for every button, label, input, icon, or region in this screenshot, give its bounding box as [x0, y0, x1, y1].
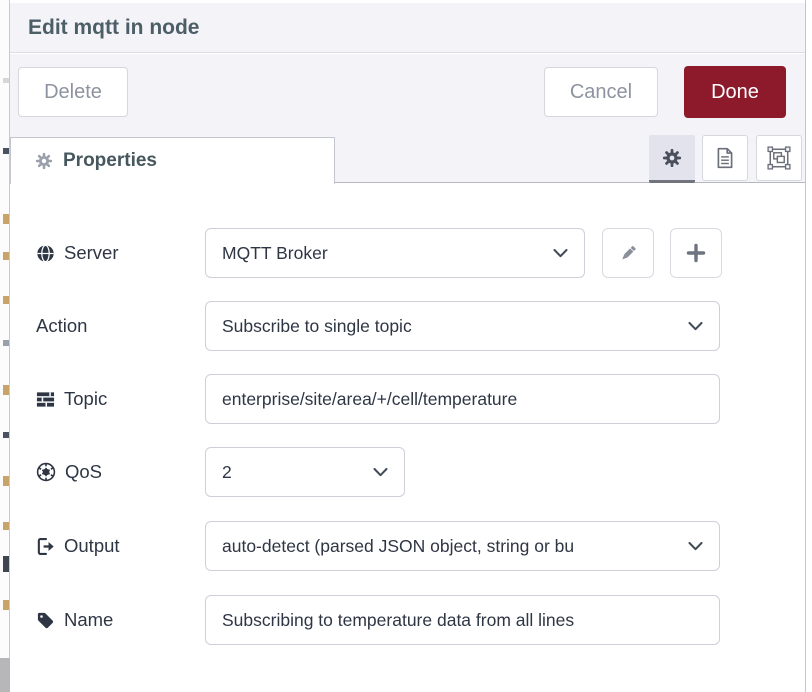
sign-out-icon	[36, 537, 55, 556]
qos-row: QoS 2	[10, 447, 805, 497]
action-row: Action Subscribe to single topic	[10, 301, 805, 351]
edit-mqtt-node-dialog: Edit mqtt in node Delete Cancel Done Pro…	[10, 0, 806, 692]
output-row: Output auto-detect (parsed JSON object, …	[10, 521, 805, 571]
server-row: Server MQTT Broker	[10, 228, 805, 278]
action-select[interactable]: Subscribe to single topic	[205, 301, 720, 351]
gear-icon	[662, 148, 682, 168]
edge-mark	[3, 340, 9, 346]
tab-bar: Properties	[10, 131, 805, 183]
edge-mark	[3, 252, 9, 260]
dialog-title: Edit mqtt in node	[10, 16, 199, 40]
globe-icon	[36, 244, 55, 263]
done-button[interactable]: Done	[684, 66, 786, 118]
edit-server-button[interactable]	[602, 228, 654, 278]
file-text-icon	[714, 147, 736, 169]
delete-button[interactable]: Delete	[18, 67, 128, 117]
topic-row: Topic	[10, 374, 805, 424]
edge-mark	[3, 476, 9, 486]
name-label: Name	[36, 595, 113, 645]
edge-mark	[3, 78, 9, 83]
cancel-button[interactable]: Cancel	[544, 67, 658, 117]
properties-tab-button[interactable]	[649, 135, 695, 183]
object-group-icon	[767, 146, 791, 170]
edge-mark	[3, 600, 9, 610]
plus-icon	[686, 243, 706, 263]
qos-select[interactable]: 2	[205, 447, 405, 497]
edge-mark	[3, 432, 9, 438]
topic-input[interactable]	[205, 374, 720, 424]
appearance-tab-button[interactable]	[756, 135, 802, 181]
add-server-button[interactable]	[670, 228, 722, 278]
tab-properties[interactable]: Properties	[10, 137, 335, 184]
name-input[interactable]	[205, 595, 720, 645]
description-tab-button[interactable]	[702, 135, 748, 181]
tab-properties-label: Properties	[63, 150, 157, 172]
server-select[interactable]: MQTT Broker	[205, 228, 585, 278]
name-row: Name	[10, 595, 805, 645]
properties-panel: Server MQTT Broker	[10, 184, 805, 692]
chevron-down-icon	[553, 249, 568, 258]
tasks-icon	[36, 390, 55, 409]
chevron-down-icon	[688, 322, 703, 331]
edge-mark	[3, 148, 9, 154]
edge-mark	[3, 522, 9, 530]
pencil-icon	[618, 243, 638, 263]
edge-mark	[3, 556, 9, 572]
dialog-header: Edit mqtt in node	[10, 3, 805, 53]
chevron-down-icon	[688, 542, 703, 551]
edge-mark	[3, 296, 9, 304]
edge-mark	[3, 385, 9, 395]
action-label: Action	[36, 301, 87, 351]
edge-mark	[3, 214, 9, 224]
qos-label: QoS	[36, 447, 102, 497]
workspace-edge	[0, 0, 10, 692]
gear-icon	[35, 152, 53, 170]
server-label: Server	[36, 228, 119, 278]
dialog-button-bar: Delete Cancel Done	[10, 54, 805, 131]
tag-icon	[36, 611, 55, 630]
topic-label: Topic	[36, 374, 107, 424]
chevron-down-icon	[373, 468, 388, 477]
output-label: Output	[36, 521, 120, 571]
empire-icon	[36, 462, 56, 482]
output-select[interactable]: auto-detect (parsed JSON object, string …	[205, 521, 720, 571]
